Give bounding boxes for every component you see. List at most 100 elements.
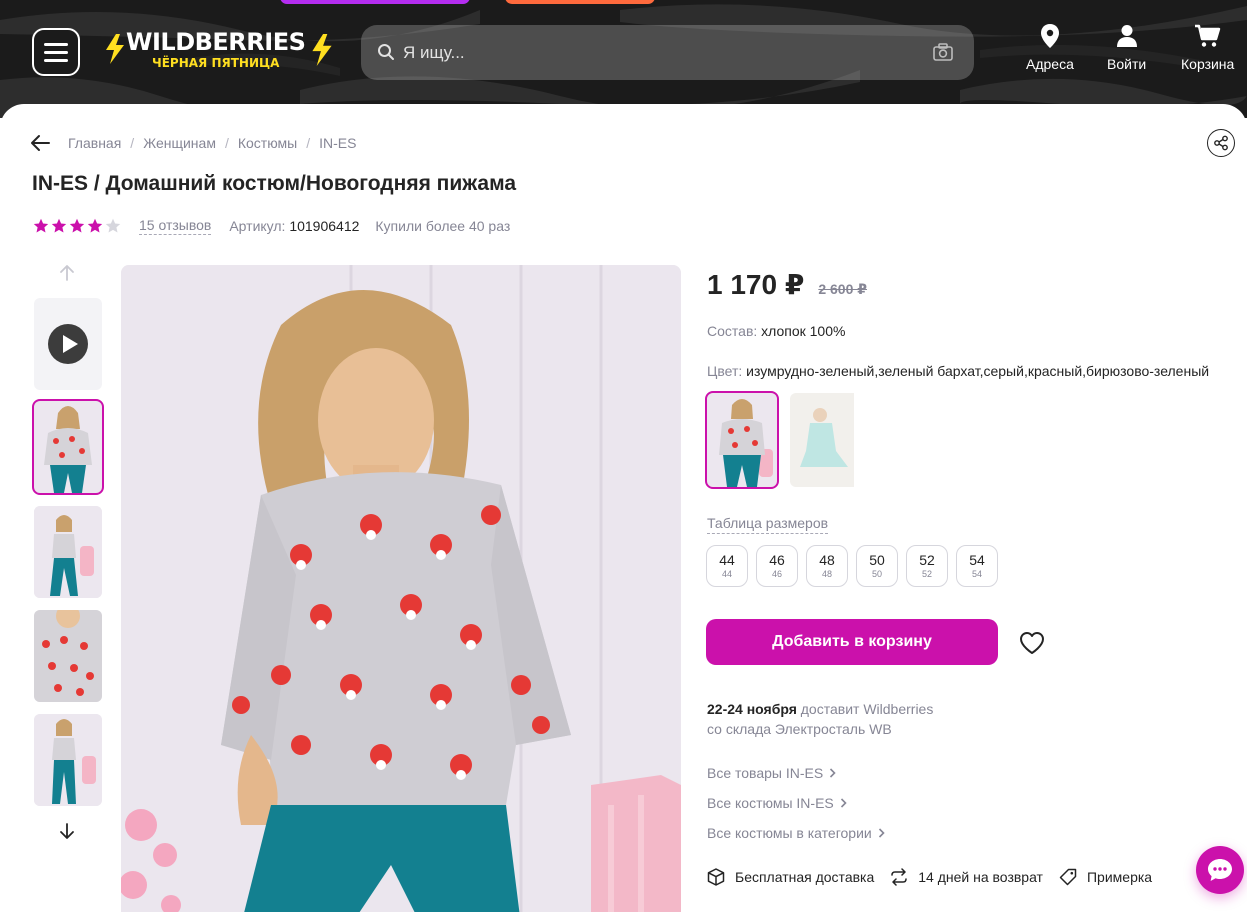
- share-button[interactable]: [1207, 129, 1235, 157]
- link-label: Все товары IN-ES: [707, 765, 824, 781]
- size-value: 44: [719, 552, 735, 568]
- size-option[interactable]: 44 44: [706, 545, 748, 587]
- promo-pill-purple[interactable]: [280, 0, 470, 4]
- product-title: IN-ES / Домашний костюм/Новогодняя пижам…: [32, 172, 517, 195]
- star-icon: [51, 218, 67, 233]
- thumbnail-image: [34, 401, 102, 493]
- video-thumbnail[interactable]: [34, 298, 102, 390]
- size-table-link[interactable]: Таблица размеров: [707, 515, 829, 534]
- size-option[interactable]: 50 50: [856, 545, 898, 587]
- photo-thumbnail[interactable]: [32, 399, 104, 495]
- nav-cart[interactable]: Корзина: [1181, 24, 1234, 72]
- delivery-warehouse: со склада Электросталь WB: [707, 721, 892, 737]
- color-swatch-selected[interactable]: [705, 391, 779, 489]
- breadcrumb-separator: /: [306, 135, 311, 151]
- chevron-right-icon: [878, 828, 885, 838]
- size-original: 50: [871, 569, 882, 579]
- size-value: 54: [969, 552, 985, 568]
- article-number: Артикул: 101906412: [229, 218, 359, 234]
- price-block: 1 170 ₽ 2 600 ₽: [707, 268, 867, 301]
- search-input[interactable]: [403, 25, 923, 80]
- link-label: Все костюмы в категории: [707, 825, 872, 841]
- nav-login[interactable]: Войти: [1107, 24, 1146, 72]
- chat-bubble-icon: [1208, 859, 1232, 881]
- chat-support-button[interactable]: [1196, 846, 1244, 894]
- color-value: изумрудно-зеленый,зеленый бархат,серый,к…: [746, 363, 1210, 379]
- star-icon: [105, 218, 121, 233]
- size-original: 48: [821, 569, 832, 579]
- breadcrumb-item[interactable]: IN-ES: [319, 135, 356, 151]
- size-option[interactable]: 52 52: [906, 545, 948, 587]
- thumbnail-image: [34, 714, 102, 806]
- breadcrumb: Главная / Женщинам / Костюмы / IN-ES: [68, 135, 356, 151]
- site-header: WILDBERRIES ЧЁРНАЯ ПЯТНИЦА Адреса Войти: [0, 0, 1247, 118]
- delivery-info: 22-24 ноября доставит Wildberries со скл…: [707, 699, 933, 739]
- share-icon: [1214, 135, 1228, 151]
- size-value: 48: [819, 552, 835, 568]
- product-photo-image: [121, 265, 681, 912]
- location-pin-icon: [1040, 24, 1059, 48]
- lightning-bolt-icon: [106, 34, 124, 64]
- photo-thumbnail[interactable]: [34, 506, 102, 598]
- reviews-link[interactable]: 15 отзывов: [139, 217, 212, 235]
- color-label: Цвет:: [707, 363, 743, 379]
- breadcrumb-item[interactable]: Костюмы: [238, 135, 297, 151]
- breadcrumb-item[interactable]: Главная: [68, 135, 121, 151]
- star-icon: [33, 218, 49, 233]
- user-icon: [1116, 25, 1137, 47]
- tag-icon: [1059, 868, 1077, 886]
- product-page: Главная / Женщинам / Костюмы / IN-ES IN-…: [0, 104, 1247, 912]
- chevron-right-icon: [840, 798, 847, 808]
- article-value: 101906412: [289, 218, 360, 234]
- camera-search-icon[interactable]: [933, 43, 953, 61]
- burger-line: [44, 50, 68, 54]
- promo-pill-orange[interactable]: [505, 0, 655, 4]
- main-product-photo[interactable]: [121, 265, 681, 912]
- feature-free-delivery: Бесплатная доставка: [707, 868, 874, 886]
- delivery-by: доставит Wildberries: [800, 701, 934, 717]
- delivery-date: 22-24 ноября: [707, 701, 797, 717]
- composition: Состав: хлопок 100%: [707, 323, 845, 339]
- search-icon: [378, 44, 394, 60]
- photo-thumbnail[interactable]: [34, 610, 102, 702]
- nav-label: Адреса: [1026, 56, 1074, 72]
- menu-burger-button[interactable]: [32, 28, 80, 76]
- breadcrumb-separator: /: [130, 135, 135, 151]
- star-icon: [69, 218, 85, 233]
- size-option[interactable]: 54 54: [956, 545, 998, 587]
- article-label: Артикул:: [229, 218, 286, 234]
- feature-return: 14 дней на возврат: [890, 868, 1043, 886]
- size-original: 54: [971, 569, 982, 579]
- back-arrow-icon[interactable]: [30, 134, 50, 152]
- link-label: Все костюмы IN-ES: [707, 795, 834, 811]
- current-price: 1 170 ₽: [707, 269, 805, 300]
- product-features: Бесплатная доставка 14 дней на возврат П…: [707, 868, 1168, 886]
- feature-label: 14 дней на возврат: [918, 869, 1043, 885]
- logo-subtitle: ЧЁРНАЯ ПЯТНИЦА: [152, 56, 280, 70]
- rating-stars[interactable]: [33, 218, 121, 234]
- color-swatch-image: [707, 393, 777, 487]
- size-option[interactable]: 46 46: [756, 545, 798, 587]
- wildberries-logo[interactable]: WILDBERRIES ЧЁРНАЯ ПЯТНИЦА: [104, 28, 336, 74]
- heart-favorite-icon[interactable]: [1019, 631, 1045, 655]
- thumbnail-image: [34, 610, 102, 702]
- all-brand-suits-link[interactable]: Все костюмы IN-ES: [707, 795, 847, 811]
- thumbnail-image: [34, 506, 102, 598]
- star-icon: [87, 218, 103, 233]
- composition-label: Состав:: [707, 323, 758, 339]
- thumbnail-scroll-up-icon[interactable]: [58, 264, 76, 282]
- add-to-cart-button[interactable]: Добавить в корзину: [706, 619, 998, 665]
- size-option[interactable]: 48 48: [806, 545, 848, 587]
- play-icon: [48, 324, 88, 364]
- size-original: 46: [771, 569, 782, 579]
- all-category-suits-link[interactable]: Все костюмы в категории: [707, 825, 885, 841]
- cart-icon: [1194, 24, 1220, 47]
- nav-addresses[interactable]: Адреса: [1026, 24, 1074, 72]
- photo-thumbnail[interactable]: [34, 714, 102, 806]
- all-brand-products-link[interactable]: Все товары IN-ES: [707, 765, 836, 781]
- logo-text: WILDBERRIES: [126, 28, 306, 56]
- size-original: 52: [921, 569, 932, 579]
- thumbnail-scroll-down-icon[interactable]: [58, 822, 76, 840]
- breadcrumb-item[interactable]: Женщинам: [143, 135, 216, 151]
- color-swatch[interactable]: [790, 393, 860, 487]
